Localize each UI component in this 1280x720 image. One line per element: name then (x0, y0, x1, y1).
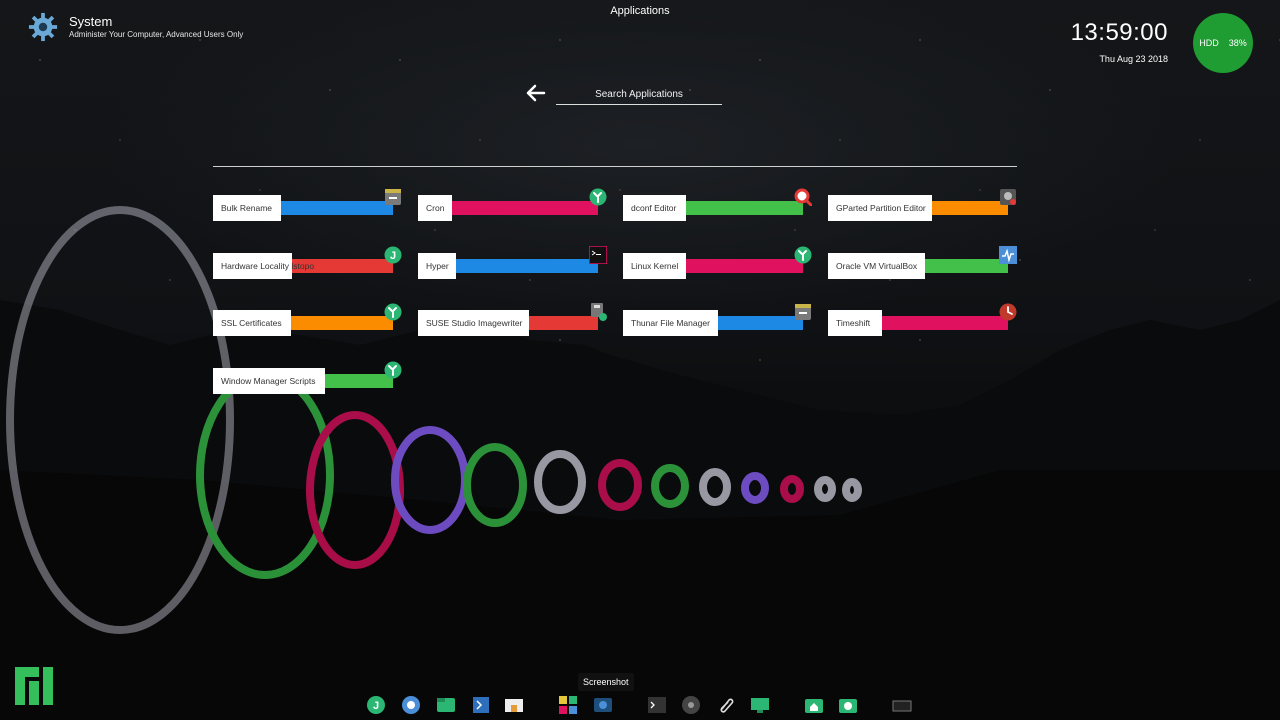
dock-tooltip: Screenshot (578, 673, 634, 691)
j-app-icon[interactable]: J (366, 695, 386, 715)
paperclip-icon[interactable] (716, 695, 736, 715)
manjaro-logo[interactable] (15, 667, 53, 705)
app-tile[interactable]: Oracle VM VirtualBox (828, 246, 1023, 280)
app-tile[interactable]: dconf Editor (623, 188, 818, 222)
chromium-icon[interactable] (401, 695, 421, 715)
timeshift-folder-icon[interactable] (838, 695, 858, 715)
app-label: SUSE Studio Imagewriter (418, 310, 529, 336)
app-tile[interactable]: Timeshift (828, 303, 1023, 337)
app-tile[interactable]: SSL Certificates (213, 303, 408, 337)
magnifier-icon (794, 188, 812, 206)
archive-icon[interactable] (504, 695, 524, 715)
settings-wrench-icon (589, 188, 607, 206)
app-tile[interactable]: SUSE Studio Imagewriter (418, 303, 613, 337)
j-circle-icon: J (384, 246, 402, 264)
virtualbox-icon (999, 246, 1017, 264)
home-folder-icon[interactable] (804, 695, 824, 715)
settings-wrench-icon (384, 303, 402, 321)
vscode-icon[interactable] (471, 695, 491, 715)
app-tile[interactable]: Hardware Locality lstopo J (213, 246, 408, 280)
app-label: dconf Editor (623, 195, 686, 221)
app-tile[interactable]: Cron (418, 188, 613, 222)
app-label: GParted Partition Editor (828, 195, 932, 221)
hdd-label: HDD (1199, 38, 1219, 48)
app-label: Hardware Locality lstopo (213, 253, 314, 279)
file-manager-icon (795, 304, 811, 320)
app-tile[interactable]: Thunar File Manager (623, 304, 818, 337)
disk-icon[interactable] (681, 695, 701, 715)
files-icon[interactable] (436, 695, 456, 715)
app-tile[interactable]: Linux Kernel (623, 246, 818, 280)
back-arrow-icon[interactable] (526, 84, 546, 102)
wallpaper-landscape (0, 206, 1280, 720)
app-label: SSL Certificates (213, 310, 291, 336)
app-tile[interactable]: GParted Partition Editor (828, 189, 1023, 222)
menu-title: Applications (610, 5, 670, 17)
settings-wrench-icon (384, 361, 402, 379)
usb-drive-icon (591, 303, 607, 321)
svg-text:J: J (390, 250, 396, 262)
clock-date: Thu Aug 23 2018 (1099, 54, 1168, 64)
divider (213, 166, 1017, 167)
monitor-icon[interactable] (750, 695, 770, 715)
hdd-usage-widget: HDD 38% (1193, 13, 1253, 73)
app-label: Oracle VM VirtualBox (828, 253, 925, 279)
settings-wrench-icon (794, 246, 812, 264)
terminal-icon[interactable] (647, 695, 667, 715)
app-label: Timeshift (828, 310, 882, 336)
app-label: Thunar File Manager (623, 310, 718, 336)
app-tile[interactable]: Window Manager Scripts (213, 361, 408, 395)
clock-time: 13:59:00 (1070, 19, 1168, 46)
terminal-icon (589, 246, 607, 264)
app-label: Bulk Rename (213, 195, 281, 221)
app-label: Cron (418, 195, 452, 221)
svg-text:J: J (373, 700, 379, 712)
app-tile[interactable]: Bulk Rename (213, 189, 408, 222)
workspace-icon[interactable] (892, 695, 912, 715)
hdd-percent: 38% (1228, 38, 1247, 48)
colors-icon[interactable] (558, 695, 578, 715)
screenshot-icon[interactable] (593, 695, 613, 715)
app-label: Window Manager Scripts (213, 368, 325, 394)
category-subtitle: Administer Your Computer, Advanced Users… (69, 30, 244, 39)
timeshift-icon (999, 303, 1017, 321)
app-label: Linux Kernel (623, 253, 686, 279)
starry-sky-background (0, 0, 1280, 720)
search-input[interactable] (556, 84, 722, 105)
file-manager-icon (385, 189, 401, 205)
app-label: Hyper (418, 253, 456, 279)
app-tile[interactable]: Hyper (418, 246, 613, 280)
disk-icon (1000, 189, 1016, 205)
